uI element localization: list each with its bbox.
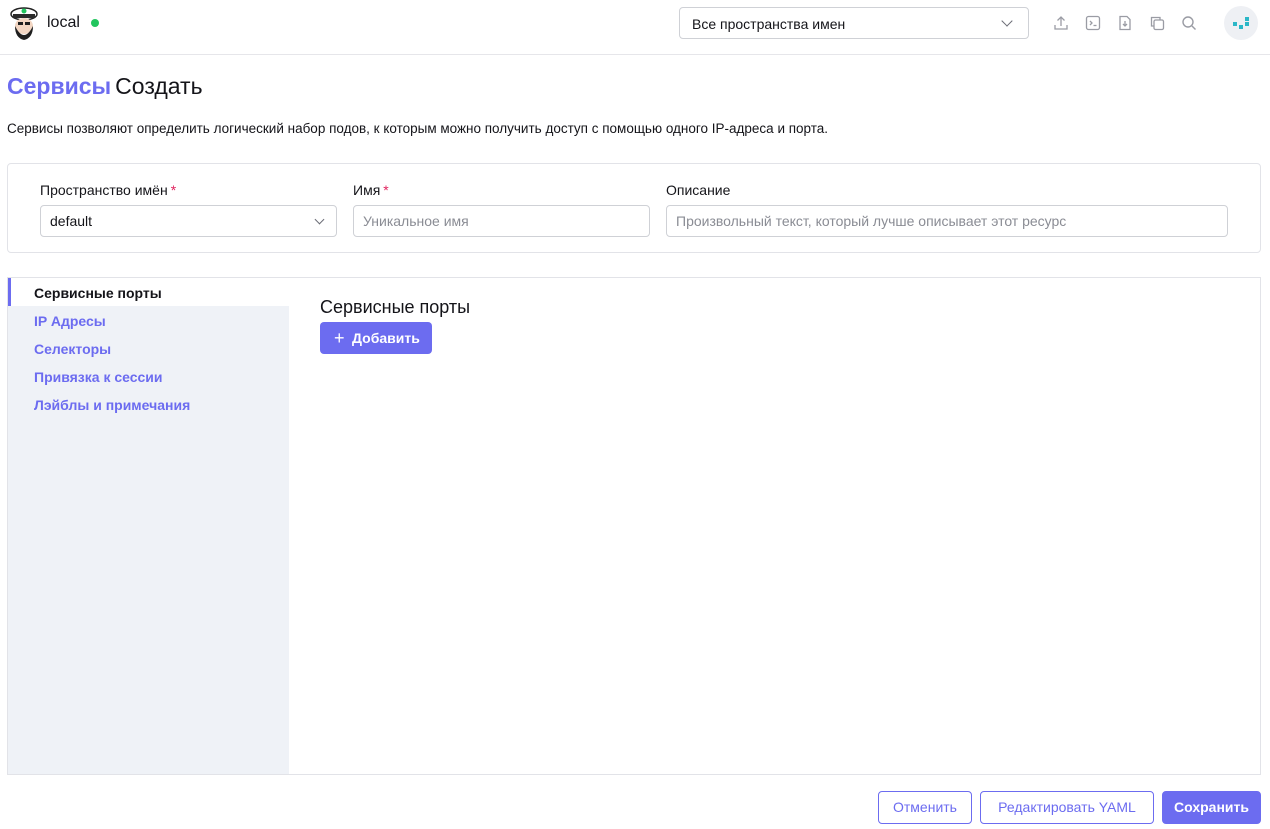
copy-icon[interactable] (1148, 14, 1166, 32)
upload-icon[interactable] (1052, 14, 1070, 32)
description-input[interactable]: Произвольный текст, который лучше описыв… (666, 205, 1228, 237)
user-avatar[interactable] (1224, 6, 1258, 40)
cluster-name[interactable]: local (47, 14, 80, 32)
top-header: local Все пространства имен (0, 0, 1270, 55)
save-button[interactable]: Сохранить (1162, 791, 1261, 824)
namespace-label-text: Пространство имён (40, 182, 168, 198)
resource-meta-card: Пространство имён * default Имя * Уникальн… (7, 163, 1261, 253)
section-title: Сервисные порты (320, 297, 471, 317)
cluster-logo[interactable] (8, 4, 40, 42)
page-description: Сервисы позволяют определить логический … (7, 121, 829, 136)
plus-icon: + (334, 328, 345, 348)
namespace-filter-select[interactable]: Все пространства имен (679, 7, 1029, 39)
page-action-label: Создать (115, 73, 203, 99)
edit-yaml-button[interactable]: Редактировать YAML (980, 791, 1154, 824)
tab-service-ports[interactable]: Сервисные порты (34, 285, 162, 301)
required-mark: * (383, 182, 389, 198)
cancel-button[interactable]: Отменить (878, 791, 972, 824)
chevron-down-icon (314, 214, 325, 225)
cluster-status-dot (91, 19, 99, 27)
description-label: Описание (666, 182, 731, 198)
namespace-filter-value: Все пространства имен (692, 16, 846, 32)
namespace-select-value: default (50, 213, 93, 229)
namespace-select[interactable]: default (40, 205, 337, 237)
add-port-button[interactable]: + Добавить (320, 322, 432, 354)
tabs-sidebar: IP Адресы Селекторы Привязка к сессии Лэ… (8, 306, 289, 774)
required-mark: * (170, 182, 177, 198)
active-tab-indicator (8, 278, 11, 306)
tab-session-affinity[interactable]: Привязка к сессии (34, 369, 163, 385)
search-icon[interactable] (1180, 14, 1198, 32)
resource-breadcrumb-link[interactable]: Сервисы (7, 73, 111, 99)
name-label: Имя * (353, 182, 389, 198)
terminal-icon[interactable] (1084, 14, 1102, 32)
add-port-label: Добавить (352, 330, 420, 346)
namespace-label: Пространство имён * (40, 182, 176, 198)
tab-ip-addresses[interactable]: IP Адресы (34, 313, 106, 329)
name-input[interactable]: Уникальное имя (353, 205, 650, 237)
page-title: Сервисы Создать (7, 73, 203, 100)
name-label-text: Имя (353, 182, 381, 198)
tab-selectors[interactable]: Селекторы (34, 341, 111, 357)
import-yaml-icon[interactable] (1116, 14, 1134, 32)
chevron-down-icon (1001, 15, 1013, 27)
tabbed-section: Сервисные порты IP Адресы Селекторы Прив… (7, 277, 1261, 775)
tab-labels-annotations[interactable]: Лэйблы и примечания (34, 397, 190, 413)
